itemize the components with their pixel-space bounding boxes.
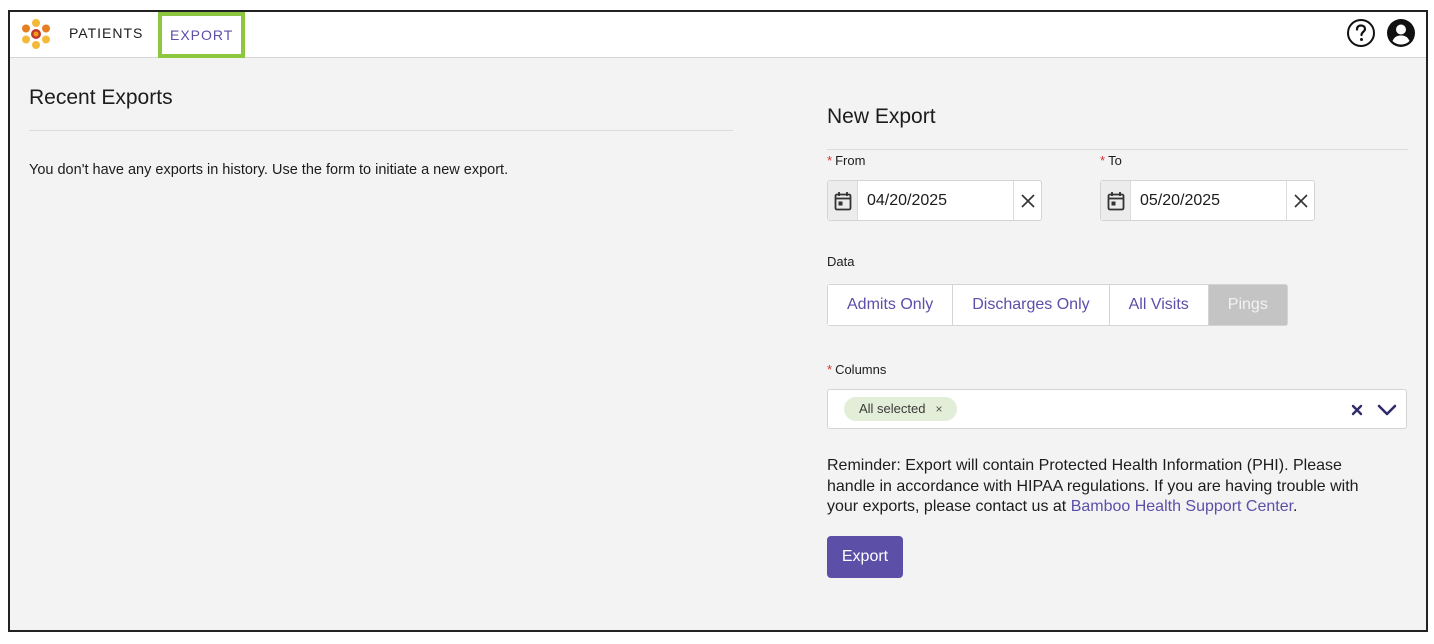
data-label: Data [827,254,855,269]
from-date-input[interactable] [858,181,1013,220]
from-date-picker [827,180,1042,221]
support-center-link[interactable]: Bamboo Health Support Center [1071,498,1293,515]
columns-label-text: Columns [835,362,887,377]
columns-label: * Columns [827,362,886,377]
chip-remove-icon[interactable]: × [935,402,942,416]
new-export-title: New Export [827,105,936,128]
data-option-discharges-only[interactable]: Discharges Only [953,285,1110,325]
close-icon[interactable] [1013,181,1041,220]
nav-patients-link[interactable]: PATIENTS [69,12,143,58]
from-label: * From [827,153,865,168]
phi-reminder-text: Reminder: Export will contain Protected … [827,456,1387,518]
to-date-picker [1100,180,1315,221]
selected-columns-chip: All selected × [844,397,957,421]
export-button[interactable]: Export [827,536,903,578]
nav-export-link[interactable]: EXPORT [158,12,246,58]
top-navigation-bar: PATIENTS EXPORT [10,12,1426,58]
recent-exports-title: Recent Exports [29,86,173,109]
from-label-text: From [835,153,866,168]
columns-multiselect[interactable]: All selected × [827,389,1407,429]
divider [29,130,733,131]
divider [827,149,1408,150]
clear-selection-icon[interactable] [1346,399,1368,421]
user-circle-icon[interactable] [1386,18,1416,48]
required-asterisk: * [827,153,833,168]
flower-logo-icon[interactable] [20,18,52,50]
reminder-end: . [1293,498,1298,515]
data-option-pings[interactable]: Pings [1208,285,1287,325]
app-frame: PATIENTS EXPORT Recent Exports You don't… [8,10,1428,632]
to-label-text: To [1108,153,1122,168]
required-asterisk: * [1100,153,1106,168]
required-asterisk: * [827,362,833,377]
to-date-input[interactable] [1131,181,1286,220]
data-option-all-visits[interactable]: All Visits [1109,285,1209,325]
to-label: * To [1100,153,1122,168]
calendar-icon[interactable] [1101,181,1131,220]
calendar-icon[interactable] [828,181,858,220]
data-option-admits-only[interactable]: Admits Only [828,285,954,325]
chip-label: All selected [859,401,926,416]
chevron-down-icon[interactable] [1376,399,1398,421]
question-circle-icon[interactable] [1346,18,1376,48]
data-type-segmented-control: Admits Only Discharges Only All Visits P… [827,284,1288,326]
recent-exports-empty-message: You don't have any exports in history. U… [29,162,509,178]
close-icon[interactable] [1286,181,1314,220]
